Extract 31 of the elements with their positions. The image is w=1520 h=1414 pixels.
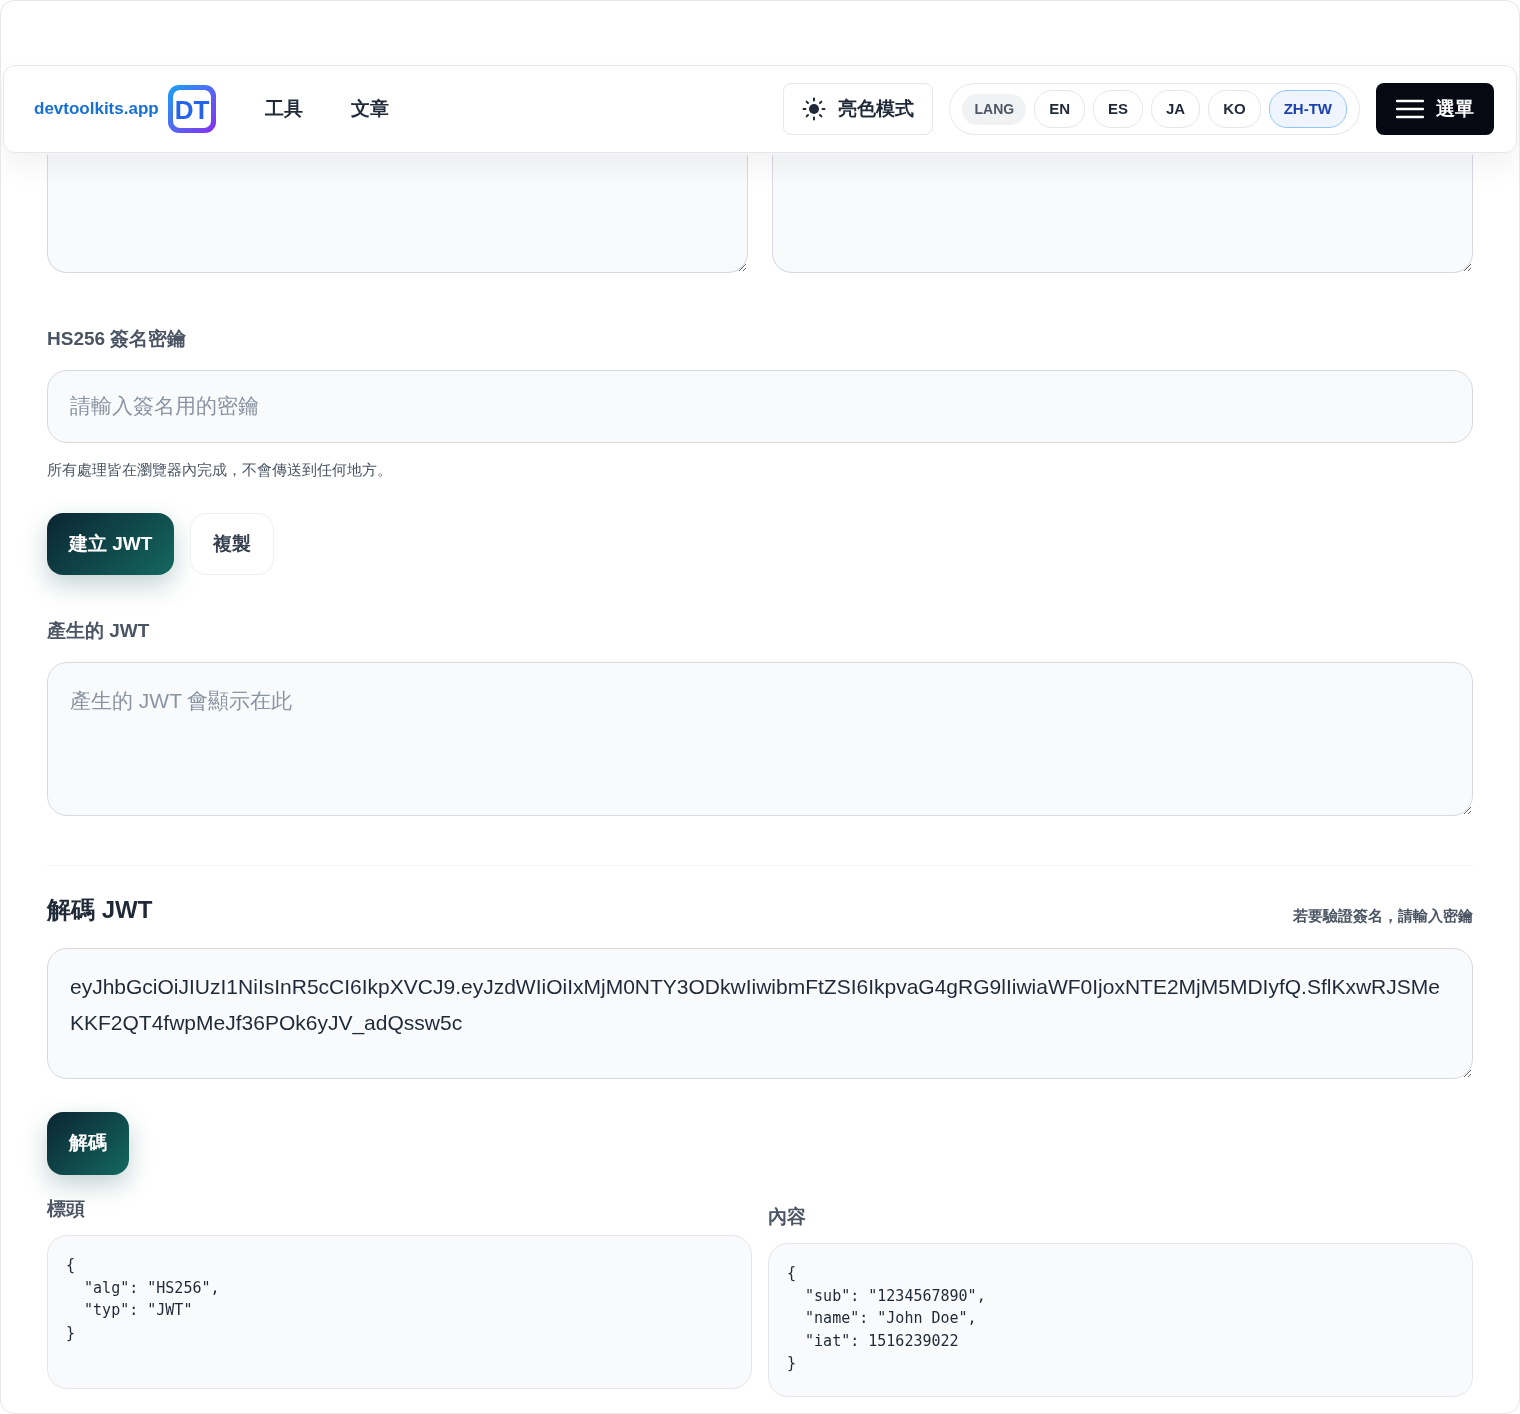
sun-icon (802, 97, 827, 121)
privacy-note: 所有處理皆在瀏覽器內完成，不會傳送到任何地方。 (47, 459, 393, 480)
json-input-field[interactable] (47, 155, 748, 273)
menu-icon (1396, 99, 1424, 119)
logo-icon: DT (166, 84, 217, 134)
brand-name[interactable]: devtoolkits.app (34, 96, 159, 122)
field-label: 產生的 JWT (47, 619, 151, 643)
language-button[interactable]: KO (1208, 90, 1261, 128)
secret-input-field[interactable]: 請輸入簽名用的密鑰 (47, 369, 1473, 443)
action-button[interactable]: 建立 JWT (47, 513, 175, 575)
jwt-input-field[interactable]: eyJhbGciOiJIUzI1NiIsInR5cCI6IkpXVCJ9.eyJzdWIiOiIxMjM0NTY3ODkwIiwibmFtZSI6IkpvaG4gRG9lIiwiaWF0IjoxNTE2MjM5MDIyfQ.SflKxwRJSMeKKF2QT4fwpMeJf36POk6yJV_adQssw5c (47, 947, 1473, 1079)
field-label: 內容 (768, 1204, 807, 1229)
theme-toggle-button[interactable]: 亮色模式 (783, 83, 934, 135)
jwt-output-field[interactable]: 產生的 JWT 會顯示在此 (47, 661, 1473, 816)
language-label: LANG (962, 93, 1027, 125)
verification-hint: 若要驗證簽名，請輸入密鑰 (1293, 906, 1473, 926)
language-button[interactable]: JA (1151, 90, 1201, 128)
json-input-field[interactable] (772, 155, 1473, 273)
nav-link[interactable]: 文章 (350, 94, 389, 124)
field-label: 標頭 (47, 1196, 86, 1221)
header-json-output: { "alg": "HS256", "typ": "JWT" } (47, 1235, 752, 1389)
section-title: 解碼 JWT (47, 894, 153, 925)
payload-json-output: { "sub": "1234567890", "name": "John Doe", "iat": 1516239022 } (768, 1243, 1473, 1397)
decode-button[interactable]: 解碼 (47, 1111, 129, 1175)
field-label: HS256 簽名密鑰 (47, 327, 188, 351)
menu-button[interactable]: 選單 (1376, 83, 1494, 135)
action-button[interactable]: 複製 (190, 513, 275, 575)
language-button[interactable]: ZH-TW (1268, 90, 1347, 128)
language-button[interactable]: ES (1093, 90, 1143, 128)
language-button[interactable]: EN (1034, 90, 1085, 128)
nav-link[interactable]: 工具 (264, 94, 303, 124)
